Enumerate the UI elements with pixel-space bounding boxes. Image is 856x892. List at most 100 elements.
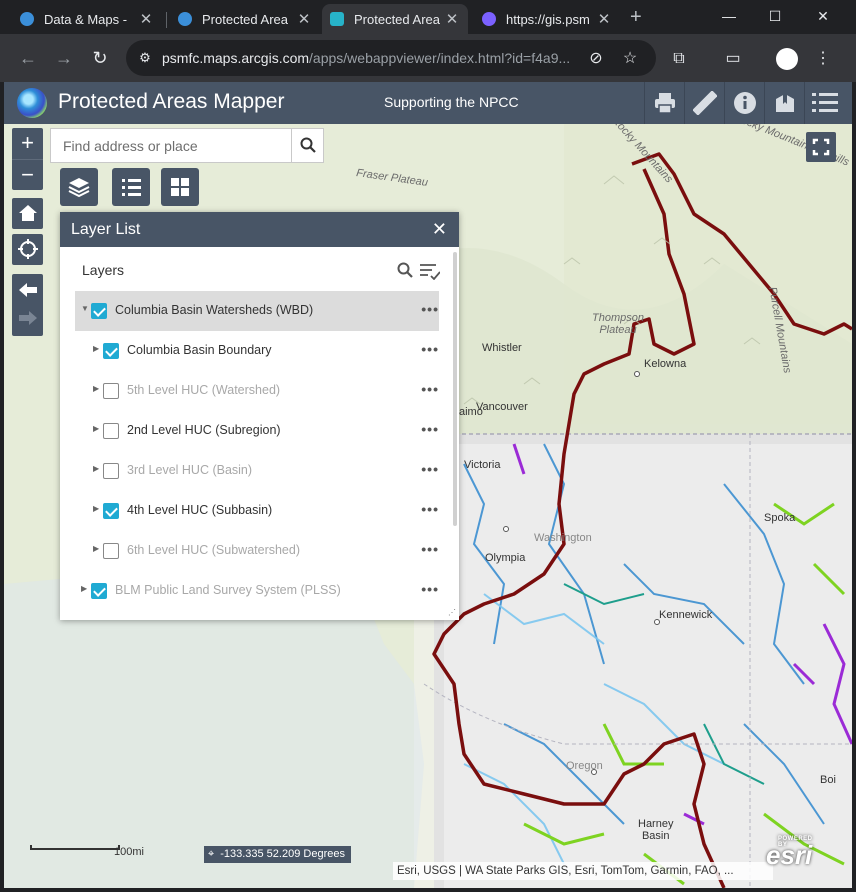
more-options-icon[interactable]: ••• bbox=[421, 501, 439, 517]
star-icon[interactable]: ☆ bbox=[620, 49, 640, 69]
expand-arrow-icon[interactable]: ▶ bbox=[93, 384, 99, 393]
layer-list-button[interactable] bbox=[60, 168, 98, 206]
coordinate-readout[interactable]: ⌖ -133.335 52.209 Degrees bbox=[204, 846, 351, 863]
expand-arrow-icon[interactable]: ▶ bbox=[93, 344, 99, 353]
legend-button[interactable] bbox=[112, 168, 150, 206]
locate-icon[interactable] bbox=[12, 234, 43, 265]
previous-extent-icon[interactable] bbox=[12, 274, 43, 305]
map-label: Harney Basin bbox=[638, 818, 674, 842]
more-options-icon[interactable]: ••• bbox=[421, 541, 439, 557]
resize-handle-icon[interactable]: ⋰ bbox=[448, 609, 456, 617]
close-icon[interactable]: ✕ bbox=[432, 212, 447, 247]
search-layers-icon[interactable] bbox=[395, 260, 415, 280]
next-extent-icon[interactable] bbox=[12, 305, 43, 336]
layer-checkbox[interactable] bbox=[103, 543, 119, 559]
more-options-icon[interactable]: ••• bbox=[421, 301, 439, 317]
layer-row-columbia-basin-watersheds[interactable]: ▼ Columbia Basin Watersheds (WBD) ••• bbox=[75, 291, 439, 331]
tab-title: https://gis.psm bbox=[506, 11, 590, 27]
layer-checkbox[interactable] bbox=[103, 463, 119, 479]
tab-close-icon[interactable]: ✕ bbox=[296, 10, 312, 28]
info-icon[interactable] bbox=[724, 82, 764, 124]
cast-icon[interactable]: ▭ bbox=[722, 48, 744, 70]
layer-checkbox[interactable] bbox=[103, 503, 119, 519]
coordinate-text: -133.335 52.209 Degrees bbox=[220, 848, 345, 860]
layer-label: 2nd Level HUC (Subregion) bbox=[127, 423, 281, 437]
layer-checkbox[interactable] bbox=[91, 583, 107, 599]
tab-favicon-icon bbox=[482, 12, 496, 26]
address-bar[interactable]: ⚙ psmfc.maps.arcgis.com/apps/webappviewe… bbox=[126, 40, 656, 76]
layer-label: BLM Public Land Survey System (PLSS) bbox=[115, 583, 341, 597]
minimize-icon[interactable]: — bbox=[706, 4, 752, 28]
measure-icon[interactable] bbox=[684, 82, 724, 124]
forward-icon[interactable]: → bbox=[52, 46, 76, 70]
more-options-icon[interactable]: ••• bbox=[421, 581, 439, 597]
layer-row-5th-level-huc[interactable]: ▶ 5th Level HUC (Watershed) ••• bbox=[75, 371, 439, 411]
zoom-out-icon[interactable]: − bbox=[12, 159, 43, 190]
more-options-icon[interactable]: ••• bbox=[421, 341, 439, 357]
layer-row-3rd-level-huc[interactable]: ▶ 3rd Level HUC (Basin) ••• bbox=[75, 451, 439, 491]
filter-options-icon[interactable] bbox=[420, 260, 441, 281]
map-view[interactable]: Fraser Plateau Rocky Mountains Rocky Mou… bbox=[4, 124, 852, 888]
more-options-icon[interactable]: ••• bbox=[421, 461, 439, 477]
layer-checkbox[interactable] bbox=[103, 423, 119, 439]
crosshair-icon[interactable]: ⌖ bbox=[208, 848, 214, 860]
browser-tab[interactable]: https://gis.psm ✕ bbox=[474, 4, 620, 34]
home-icon[interactable] bbox=[12, 198, 43, 229]
expand-arrow-icon[interactable]: ▶ bbox=[93, 424, 99, 433]
fullscreen-icon[interactable] bbox=[806, 132, 836, 162]
extensions-icon[interactable]: ⧉ bbox=[668, 48, 690, 70]
layer-label: Columbia Basin Boundary bbox=[127, 343, 272, 357]
browser-toolbar: ← → ↻ ⚙ psmfc.maps.arcgis.com/apps/webap… bbox=[0, 34, 856, 82]
reload-icon[interactable]: ↻ bbox=[88, 46, 112, 70]
browser-tab-active[interactable]: Protected Area ✕ bbox=[322, 4, 468, 34]
back-icon[interactable]: ← bbox=[16, 46, 40, 70]
window-close-icon[interactable]: ✕ bbox=[800, 4, 846, 28]
eye-off-icon[interactable]: ⊘ bbox=[586, 49, 606, 69]
map-label: Olympia bbox=[485, 552, 526, 564]
search-icon[interactable] bbox=[291, 129, 323, 162]
tab-close-icon[interactable]: ✕ bbox=[596, 10, 612, 28]
layer-label: 4th Level HUC (Subbasin) bbox=[127, 503, 273, 517]
esri-powered-text: POWERED BY bbox=[778, 836, 813, 848]
maximize-icon[interactable]: ☐ bbox=[752, 4, 798, 28]
layer-checkbox[interactable] bbox=[91, 303, 107, 319]
browser-tab[interactable]: Data & Maps - ✕ bbox=[12, 4, 162, 34]
zoom-in-icon[interactable]: + bbox=[12, 128, 43, 159]
layer-row-4th-level-huc[interactable]: ▶ 4th Level HUC (Subbasin) ••• bbox=[75, 491, 439, 531]
more-options-icon[interactable]: ••• bbox=[421, 381, 439, 397]
tab-title: Protected Area bbox=[354, 11, 440, 27]
layer-label: 5th Level HUC (Watershed) bbox=[127, 383, 281, 397]
expand-arrow-icon[interactable]: ▶ bbox=[93, 504, 99, 513]
layer-checkbox[interactable] bbox=[103, 383, 119, 399]
collapse-arrow-icon[interactable]: ▼ bbox=[81, 304, 89, 313]
menu-list-icon[interactable] bbox=[804, 82, 844, 124]
search-input[interactable] bbox=[51, 129, 291, 162]
expand-arrow-icon[interactable]: ▶ bbox=[81, 584, 87, 593]
esri-logo: POWERED BY esri bbox=[766, 836, 813, 870]
layer-row-2nd-level-huc[interactable]: ▶ 2nd Level HUC (Subregion) ••• bbox=[75, 411, 439, 451]
tab-close-icon[interactable]: ✕ bbox=[444, 10, 460, 28]
profile-icon[interactable] bbox=[776, 48, 798, 70]
browser-tab[interactable]: Protected Area ✕ bbox=[170, 4, 320, 34]
expand-arrow-icon[interactable]: ▶ bbox=[93, 544, 99, 553]
layer-row-6th-level-huc[interactable]: ▶ 6th Level HUC (Subwatershed) ••• bbox=[75, 531, 439, 571]
scale-bar-line bbox=[30, 845, 120, 850]
new-tab-icon[interactable]: + bbox=[630, 6, 642, 29]
map-label: Oregon bbox=[566, 760, 603, 772]
more-options-icon[interactable]: ••• bbox=[421, 421, 439, 437]
tab-close-icon[interactable]: ✕ bbox=[138, 10, 154, 28]
expand-arrow-icon[interactable]: ▶ bbox=[93, 464, 99, 473]
bookmark-icon[interactable] bbox=[764, 82, 804, 124]
url-text[interactable]: psmfc.maps.arcgis.com/apps/webappviewer/… bbox=[162, 50, 570, 66]
layer-row-columbia-basin-boundary[interactable]: ▶ Columbia Basin Boundary ••• bbox=[75, 331, 439, 371]
layer-row-blm-plss[interactable]: ▶ BLM Public Land Survey System (PLSS) •… bbox=[75, 571, 439, 611]
map-label: Kennewick bbox=[659, 609, 713, 621]
layers-icon bbox=[68, 178, 90, 198]
site-info-icon[interactable]: ⚙ bbox=[136, 49, 154, 67]
menu-icon[interactable]: ⋮ bbox=[812, 48, 834, 70]
print-icon[interactable] bbox=[644, 82, 684, 124]
basemap-gallery-button[interactable] bbox=[161, 168, 199, 206]
layer-checkbox[interactable] bbox=[103, 343, 119, 359]
zoom-control: + − bbox=[12, 128, 43, 190]
scrollbar[interactable] bbox=[453, 252, 457, 526]
